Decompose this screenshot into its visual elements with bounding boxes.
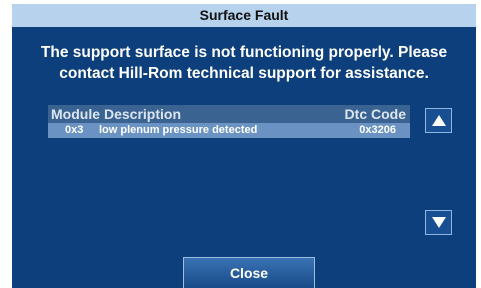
column-header-module: Module [51, 106, 100, 122]
triangle-up-icon [431, 115, 446, 126]
column-header-dtc-code: Dtc Code [344, 106, 406, 122]
fault-message: The support surface is not functioning p… [12, 42, 476, 84]
cell-dtc-code: 0x3206 [359, 124, 396, 136]
fault-message-line-2: contact Hill-Rom technical support for a… [59, 65, 429, 82]
cell-module: 0x3 [65, 124, 84, 136]
table-row[interactable]: 0x3 low plenum pressure detected 0x3206 [48, 123, 410, 138]
triangle-down-icon [431, 217, 446, 228]
fault-table: Module Description Dtc Code 0x3 low plen… [48, 105, 410, 138]
column-header-description: Description [104, 106, 182, 122]
cell-description: low plenum pressure detected [99, 124, 258, 136]
fault-message-line-1: The support surface is not functioning p… [40, 44, 448, 61]
surface-fault-dialog: Surface Fault The support surface is not… [12, 4, 476, 288]
scroll-down-button[interactable] [425, 210, 452, 235]
scroll-up-button[interactable] [425, 108, 452, 133]
table-header: Module Description Dtc Code [48, 105, 410, 123]
close-button[interactable]: Close [183, 257, 315, 288]
dialog-title: Surface Fault [12, 4, 476, 27]
